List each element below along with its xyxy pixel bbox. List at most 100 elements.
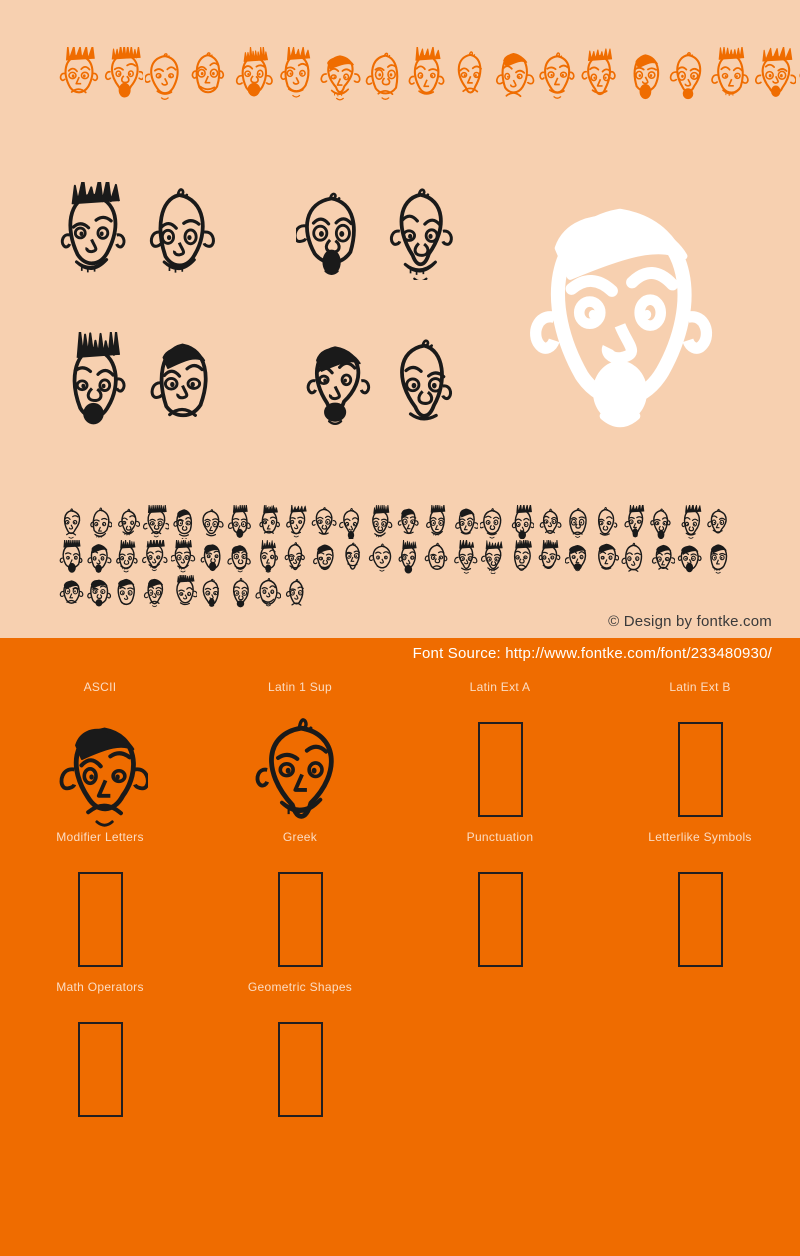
waterfall-glyph [283,505,309,539]
cartoon-face-glyph [150,188,216,273]
waterfall-glyph [564,540,591,574]
waterfall-glyph [649,505,675,539]
cartoon-face-glyph [255,717,334,819]
top-strip-glyph [145,47,187,101]
missing-glyph-tofu [477,710,523,828]
waterfall-glyph [452,540,478,574]
waterfall-glyph [508,540,534,574]
smug-grin-face [385,182,460,280]
missing-glyph-tofu [277,1010,323,1128]
waterfall-glyph [142,505,169,539]
waterfall-glyph [171,505,197,539]
cartoon-face-glyph [651,544,676,570]
cartoon-face-glyph [59,47,99,94]
cartoon-face-glyph [624,505,645,538]
unicode-block-latin-ext-b[interactable]: Latin Ext B [600,678,800,828]
unicode-block-letterlike-symbols[interactable]: Letterlike Symbols [600,828,800,978]
cartoon-face-glyph [320,55,361,101]
top-strip-glyph [406,47,448,101]
showcase-face-pair [56,182,221,280]
waterfall-glyph [86,505,113,539]
cartoon-face-glyph [227,545,251,573]
waterfall-glyph [705,540,731,574]
smiling-bald-clown-face [252,710,348,828]
waterfall-glyph [565,505,591,539]
waterfall-glyph [142,540,168,574]
cartoon-face-glyph [514,540,533,571]
unicode-block-greek[interactable]: Greek [200,828,400,978]
cartoon-face-glyph [365,52,398,100]
waterfall-glyph [171,575,197,609]
waterfall-glyph [170,540,197,574]
cartoon-face-glyph [170,540,195,573]
cartoon-face-glyph [400,339,453,421]
missing-glyph-tofu [677,710,723,828]
cartoon-face-glyph [710,544,728,574]
cartoon-face-glyph [408,47,445,95]
cartoon-face-glyph [597,507,617,536]
cartoon-face-glyph [279,47,310,98]
cartoon-face-glyph [200,544,221,572]
cartoon-face-glyph [144,578,164,608]
cartoon-face-glyph [236,47,273,97]
missing-glyph-tofu [277,860,323,978]
cartoon-face-glyph [597,543,619,570]
cartoon-face-glyph [398,540,417,574]
unicode-block-row: Math Operators Geometric Shapes [0,978,800,1128]
cartoon-face-glyph [202,509,224,537]
cartoon-face-glyph [87,544,112,573]
waterfall-glyph [452,505,479,539]
cartoon-face-glyph [371,505,392,538]
cartoon-face-glyph [172,509,192,539]
unicode-block-ascii[interactable]: ASCII [0,678,200,828]
unicode-block-label: Latin 1 Sup [267,680,332,694]
unicode-block-latin-1-sup[interactable]: Latin 1 Sup [200,678,400,828]
unicode-block-latin-ext-a[interactable]: Latin Ext A [400,678,600,828]
unicode-block-geometric-shapes[interactable]: Geometric Shapes [200,978,400,1128]
top-strip-glyph [58,47,100,101]
waterfall-glyph [677,540,703,574]
grimacing-teeth-face [296,332,371,430]
cartoon-face-glyph [390,188,454,280]
waterfall-glyph [114,505,141,539]
waterfall-glyph [396,505,422,539]
cartoon-face-glyph [63,508,81,539]
showcase-face-pair [56,332,221,430]
waterfall-glyph [536,540,562,574]
waterfall-glyph [480,540,506,574]
unicode-block-label: Modifier Letters [56,830,144,844]
hero-face-glyph [512,176,713,438]
waterfall-glyph [677,505,703,539]
cartoon-face-glyph [72,332,126,425]
cartoon-face-glyph [564,544,586,572]
grinning-toothy-face [52,710,149,828]
shocked-open-mouth-face [145,332,220,430]
cartoon-face-glyph [568,507,587,538]
cartoon-face-glyph [259,505,280,534]
frowning-man-face [56,332,131,430]
cartoon-face-glyph [202,578,219,607]
cartoon-face-glyph [227,505,251,538]
waterfall-glyph [227,540,253,574]
unicode-block-punctuation[interactable]: Punctuation [400,828,600,978]
unicode-block-math-operators[interactable]: Math Operators [0,978,200,1128]
tofu-box [77,871,123,967]
waterfall-glyph [339,505,365,539]
font-preview-region: © Design by fontke.com [0,0,800,638]
cartoon-face-glyph [677,545,702,573]
waterfall-glyph [58,575,84,609]
font-source-link[interactable]: Font Source: http://www.fontke.com/font/… [413,645,772,662]
waterfall-glyph [227,505,253,539]
tofu-box [77,1021,123,1117]
cartoon-face-glyph [150,343,208,418]
unicode-block-modifier-letters[interactable]: Modifier Letters [0,828,200,978]
cartoon-face-glyph [368,543,391,572]
cartoon-face-glyph [633,54,660,100]
unicode-block-row: ASCII Latin 1 Sup Latin Ext A Latin Ext B [0,678,800,828]
cartoon-face-glyph [260,540,278,573]
cartoon-face-glyph [581,48,617,96]
cartoon-face-glyph [104,47,144,98]
cartoon-face-glyph [681,505,702,539]
bald-worried-face [145,182,220,280]
cartoon-face-glyph [255,578,282,607]
